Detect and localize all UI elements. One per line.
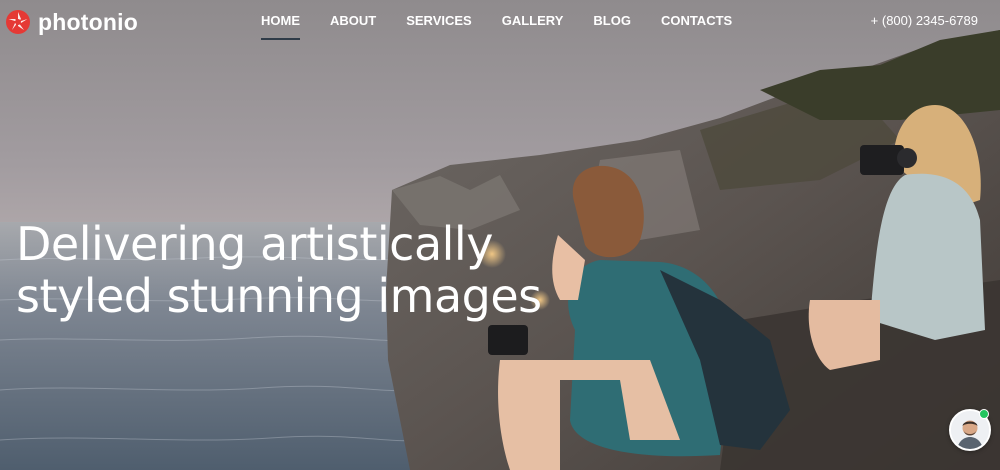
nav-item-contacts[interactable]: CONTACTS (646, 13, 747, 41)
aperture-icon (6, 10, 30, 34)
main-navigation: HOME ABOUT SERVICES GALLERY BLOG CONTACT… (246, 13, 747, 41)
hero-headline-line-1: Delivering artistically (16, 217, 493, 271)
nav-item-services[interactable]: SERVICES (391, 13, 487, 41)
hero-headline: Delivering artistically styled stunning … (16, 218, 576, 322)
nav-item-gallery[interactable]: GALLERY (487, 13, 579, 41)
nav-item-about[interactable]: ABOUT (315, 13, 391, 41)
online-status-indicator (979, 409, 989, 419)
phone-number-link[interactable]: + (800) 2345-6789 (871, 13, 978, 29)
brand-name: photonio (38, 9, 138, 35)
hero-headline-line-2: styled stunning images (16, 269, 542, 323)
site-header: photonio HOME ABOUT SERVICES GALLERY BLO… (0, 0, 1000, 46)
nav-item-home[interactable]: HOME (246, 13, 315, 41)
nav-item-blog[interactable]: BLOG (578, 13, 646, 41)
brand-logo[interactable]: photonio (6, 10, 138, 34)
